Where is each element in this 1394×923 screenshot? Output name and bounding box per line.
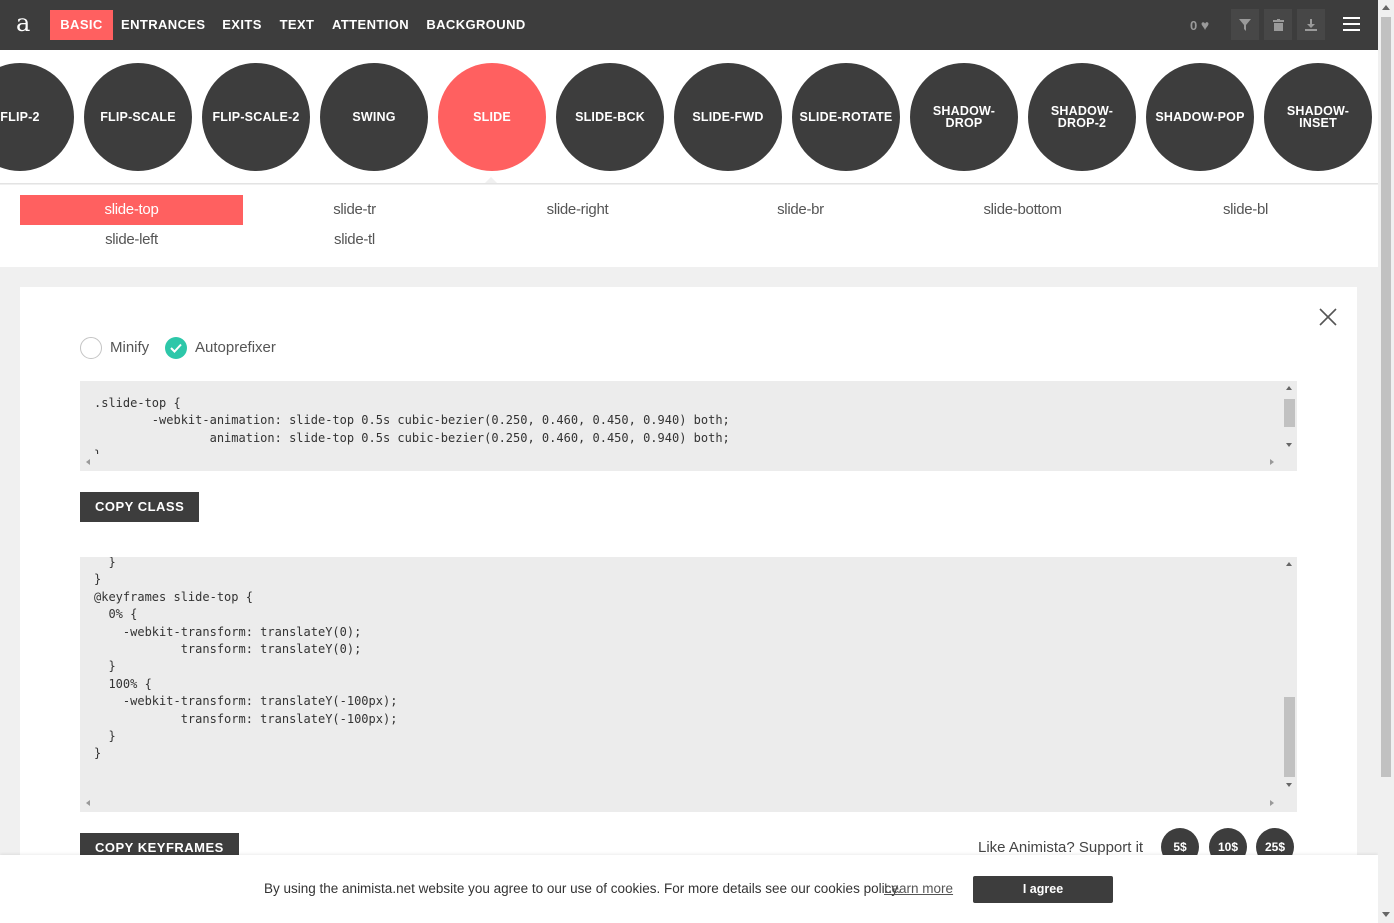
class-code-hscrollbar[interactable] — [80, 454, 1282, 471]
animista-logo[interactable]: a — [16, 8, 30, 38]
download-icon — [1305, 18, 1317, 31]
filter-icon — [1239, 18, 1251, 31]
code-modal: Minify Autoprefixer .slide-top { -webkit… — [20, 287, 1357, 923]
variant-list: slide-top slide-tr slide-right slide-br … — [0, 185, 1378, 267]
cookie-text: By using the animista.net website you ag… — [264, 881, 901, 896]
class-code-vscrollbar[interactable] — [1282, 381, 1297, 454]
animation-shadow-inset[interactable]: SHADOW-INSET — [1264, 63, 1372, 171]
favorites-counter[interactable]: 0 ♥ — [1190, 10, 1209, 40]
cookie-banner: By using the animista.net website you ag… — [0, 855, 1378, 923]
nav-exits[interactable]: EXITS — [220, 10, 264, 40]
keyframes-code: } } @keyframes slide-top { 0% { -webkit-… — [94, 557, 398, 761]
variant-slide-br[interactable]: slide-br — [689, 195, 912, 225]
variant-slide-right[interactable]: slide-right — [466, 195, 689, 225]
animation-shadow-drop-2[interactable]: SHADOW-DROP-2 — [1028, 63, 1136, 171]
keyframes-code-box[interactable]: } } @keyframes slide-top { 0% { -webkit-… — [80, 557, 1297, 812]
variant-slide-bottom[interactable]: slide-bottom — [911, 195, 1134, 225]
variant-slide-bl[interactable]: slide-bl — [1134, 195, 1357, 225]
keyframes-code-vscrollbar[interactable] — [1282, 557, 1297, 795]
download-button[interactable] — [1297, 9, 1325, 40]
close-icon[interactable] — [1318, 307, 1338, 327]
selection-pointer — [484, 177, 498, 183]
animation-slide-fwd[interactable]: SLIDE-FWD — [674, 63, 782, 171]
animation-swing[interactable]: SWING — [320, 63, 428, 171]
nav-basic[interactable]: BASIC — [50, 10, 113, 40]
learn-more-link[interactable]: Learn more — [884, 881, 953, 896]
filter-button[interactable] — [1231, 9, 1259, 40]
animation-selector: FLIP-2 FLIP-SCALE FLIP-SCALE-2 SWING SLI… — [0, 50, 1378, 184]
class-code: .slide-top { -webkit-animation: slide-to… — [94, 396, 730, 462]
animation-slide-rotate[interactable]: SLIDE-ROTATE — [792, 63, 900, 171]
trash-button[interactable] — [1264, 9, 1292, 40]
heart-icon: ♥ — [1200, 17, 1210, 33]
trash-icon — [1272, 18, 1284, 31]
animation-flip-scale[interactable]: FLIP-SCALE — [84, 63, 192, 171]
favorites-count: 0 — [1190, 18, 1198, 33]
page-scrollbar[interactable] — [1378, 0, 1394, 923]
nav-entrances[interactable]: ENTRANCES — [121, 10, 205, 40]
variant-slide-left[interactable]: slide-left — [20, 225, 243, 255]
animation-flip-scale-2[interactable]: FLIP-SCALE-2 — [202, 63, 310, 171]
nav-background[interactable]: BACKGROUND — [426, 10, 526, 40]
nav-text[interactable]: TEXT — [279, 10, 315, 40]
nav-attention[interactable]: ATTENTION — [332, 10, 409, 40]
menu-icon[interactable] — [1343, 17, 1360, 31]
variant-slide-tr[interactable]: slide-tr — [243, 195, 466, 225]
animation-flip-2[interactable]: FLIP-2 — [0, 63, 74, 171]
autoprefixer-check-icon[interactable] — [165, 337, 187, 359]
minify-radio[interactable] — [80, 337, 102, 359]
class-code-box[interactable]: .slide-top { -webkit-animation: slide-to… — [80, 381, 1297, 471]
page-scrollbar-thumb[interactable] — [1381, 17, 1391, 777]
variant-slide-top[interactable]: slide-top — [20, 195, 243, 225]
copy-class-button[interactable]: COPY CLASS — [80, 492, 200, 522]
keyframes-code-hscrollbar[interactable] — [80, 795, 1282, 812]
variant-slide-tl[interactable]: slide-tl — [243, 225, 466, 255]
minify-label[interactable]: Minify — [110, 337, 149, 359]
support-text: Like Animista? Support it — [978, 839, 1144, 856]
top-nav-bar: a BASIC ENTRANCES EXITS TEXT ATTENTION B… — [0, 0, 1378, 50]
animation-slide[interactable]: SLIDE — [438, 63, 546, 171]
animation-shadow-pop[interactable]: SHADOW-POP — [1146, 63, 1254, 171]
animation-shadow-drop[interactable]: SHADOW-DROP — [910, 63, 1018, 171]
agree-button[interactable]: I agree — [973, 876, 1113, 903]
animation-slide-bck[interactable]: SLIDE-BCK — [556, 63, 664, 171]
autoprefixer-label[interactable]: Autoprefixer — [195, 337, 276, 359]
